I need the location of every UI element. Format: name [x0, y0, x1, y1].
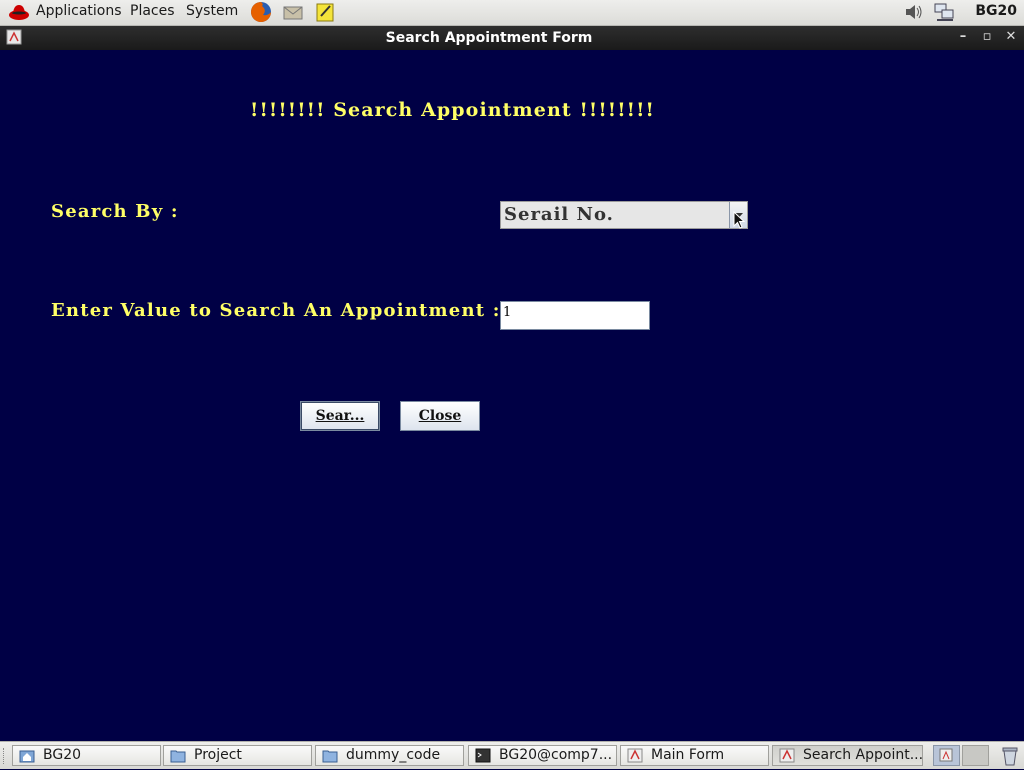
search-button[interactable]: Sear...: [300, 401, 380, 431]
window-title: Search Appointment Form: [385, 30, 593, 46]
terminal-icon: [475, 748, 491, 763]
show-desktop-icon[interactable]: [3, 748, 12, 764]
taskbar-item-dummy-code[interactable]: dummy_code: [315, 745, 464, 766]
taskbar-item-label: Project: [194, 747, 242, 763]
search-by-selected-value: Serail No.: [504, 204, 614, 225]
form-heading: !!!!!!!! Search Appointment !!!!!!!!: [250, 99, 655, 121]
taskbar-item-bg20[interactable]: BG20: [12, 745, 161, 766]
java-app-icon: [627, 748, 643, 763]
menu-system[interactable]: System: [186, 3, 238, 19]
panel-user-label[interactable]: BG20: [975, 3, 1017, 19]
firefox-icon[interactable]: [250, 1, 272, 23]
menu-applications[interactable]: Applications: [36, 3, 122, 19]
redhat-logo-icon[interactable]: [8, 2, 30, 22]
workspace-switcher-active[interactable]: [933, 745, 960, 766]
taskbar-item-project[interactable]: Project: [163, 745, 312, 766]
home-folder-icon: [19, 748, 35, 763]
bottom-taskbar: BG20 Project dummy_code BG20@comp7... Ma…: [0, 741, 1024, 769]
network-icon[interactable]: [933, 2, 955, 22]
search-by-label: Search By :: [51, 201, 179, 222]
volume-icon[interactable]: [904, 4, 924, 20]
taskbar-item-label: BG20@comp7...: [499, 747, 613, 763]
trash-icon[interactable]: [1000, 746, 1020, 766]
close-window-icon[interactable]: ✕: [1003, 29, 1019, 45]
maximize-icon[interactable]: ▫: [979, 29, 995, 45]
taskbar-item-main-form[interactable]: Main Form: [620, 745, 769, 766]
menu-places[interactable]: Places: [130, 3, 175, 19]
folder-icon: [322, 748, 338, 763]
taskbar-item-terminal[interactable]: BG20@comp7...: [468, 745, 617, 766]
search-by-dropdown[interactable]: Serail No.: [500, 201, 748, 229]
java-app-icon: [779, 748, 795, 763]
mouse-cursor-icon: [733, 210, 746, 229]
folder-icon: [170, 748, 186, 763]
note-editor-icon[interactable]: [314, 1, 336, 23]
taskbar-item-search-appointment[interactable]: Search Appoint...: [772, 745, 923, 766]
taskbar-item-label: Search Appoint...: [803, 747, 923, 763]
mail-client-icon[interactable]: [282, 1, 304, 23]
taskbar-item-label: dummy_code: [346, 747, 441, 763]
window-titlebar[interactable]: Search Appointment Form – ▫ ✕: [0, 26, 1024, 50]
taskbar-item-label: Main Form: [651, 747, 725, 763]
minimize-icon[interactable]: –: [955, 29, 971, 45]
top-panel: Applications Places System BG20: [0, 0, 1024, 26]
search-value-input[interactable]: 1: [500, 301, 650, 330]
workspace-switcher-2[interactable]: [962, 745, 989, 766]
close-button[interactable]: Close: [400, 401, 480, 431]
taskbar-item-label: BG20: [43, 747, 82, 763]
search-value-label: Enter Value to Search An Appointment :: [51, 300, 501, 321]
